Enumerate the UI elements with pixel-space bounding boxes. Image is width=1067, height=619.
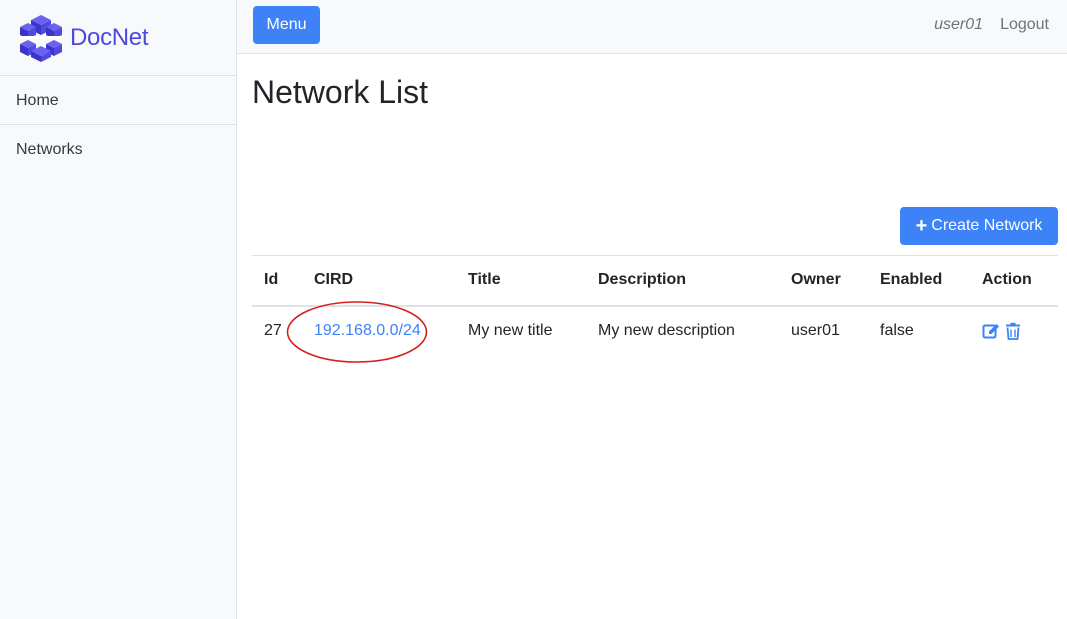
brand[interactable]: DocNet <box>0 0 236 76</box>
table-header-row: Id CIRD Title Description Owner Enabled … <box>252 255 1058 307</box>
logout-link[interactable]: Logout <box>1000 16 1049 34</box>
cell-owner: user01 <box>791 322 840 339</box>
plus-icon: + <box>915 215 928 237</box>
table-row: 27 192.168.0.0/24 My new title My new de… <box>252 300 1058 363</box>
trash-icon[interactable] <box>1004 322 1022 340</box>
sidebar: DocNet Home Networks <box>0 0 237 619</box>
network-table: Id CIRD Title Description Owner Enabled … <box>252 255 1058 363</box>
header-description: Description <box>586 255 779 307</box>
header-owner: Owner <box>779 255 868 307</box>
cell-description: My new description <box>598 322 735 339</box>
header-enabled: Enabled <box>868 255 970 307</box>
sidebar-item-home[interactable]: Home <box>0 76 236 125</box>
menu-button[interactable]: Menu <box>253 6 320 44</box>
edit-icon[interactable] <box>982 322 1000 340</box>
header-action: Action <box>970 255 1058 307</box>
header-cird: CIRD <box>302 255 456 307</box>
create-network-label: Create Network <box>931 217 1043 234</box>
cell-title: My new title <box>468 322 553 339</box>
cell-id: 27 <box>264 322 282 339</box>
create-network-button[interactable]: + Create Network <box>900 207 1058 245</box>
sidebar-item-networks[interactable]: Networks <box>0 125 236 174</box>
header-id: Id <box>252 255 302 307</box>
header-title: Title <box>456 255 586 307</box>
cell-enabled: false <box>880 322 914 339</box>
cird-link[interactable]: 192.168.0.0/24 <box>314 322 421 339</box>
logo-icon <box>18 14 64 62</box>
cell-action <box>970 306 1058 356</box>
brand-name: DocNet <box>70 23 149 51</box>
page-title: Network List <box>252 74 429 110</box>
current-user: user01 <box>934 16 983 33</box>
cell-cird: 192.168.0.0/24 <box>286 300 456 363</box>
topbar: Menu user01 Logout <box>237 0 1067 54</box>
